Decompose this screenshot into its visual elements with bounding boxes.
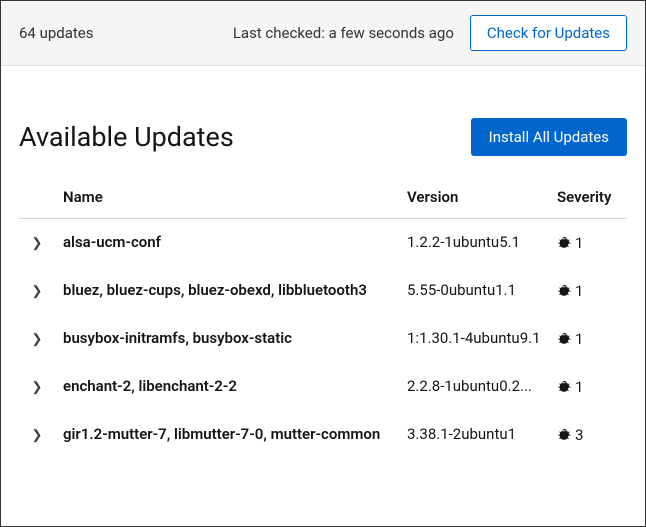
severity-count: 1	[575, 234, 583, 252]
package-name: gir1.2-mutter-7, libmutter-7-0, mutter-c…	[55, 411, 399, 459]
column-header-name: Name	[55, 176, 399, 219]
expand-toggle[interactable]: ❯	[19, 315, 55, 363]
severity-count: 1	[575, 282, 583, 300]
table-row: ❯ enchant-2, libenchant-2-22.2.8-1ubuntu0…	[19, 363, 627, 411]
chevron-right-icon: ❯	[32, 236, 43, 251]
chevron-right-icon: ❯	[32, 284, 43, 299]
table-row: ❯ gir1.2-mutter-7, libmutter-7-0, mutter-…	[19, 411, 627, 459]
bug-icon	[557, 428, 571, 442]
install-all-updates-button[interactable]: Install All Updates	[471, 118, 627, 156]
package-name: bluez, bluez-cups, bluez-obexd, libbluet…	[55, 267, 399, 315]
package-version: 1:1.30.1-4ubuntu9.1	[399, 315, 549, 363]
severity-count: 1	[575, 330, 583, 348]
expand-toggle[interactable]: ❯	[19, 219, 55, 267]
expand-toggle[interactable]: ❯	[19, 411, 55, 459]
package-name: enchant-2, libenchant-2-2	[55, 363, 399, 411]
chevron-right-icon: ❯	[32, 332, 43, 347]
check-for-updates-button[interactable]: Check for Updates	[470, 15, 627, 51]
severity-count: 3	[575, 426, 583, 444]
table-row: ❯ bluez, bluez-cups, bluez-obexd, libblue…	[19, 267, 627, 315]
package-version: 1.2.2-1ubuntu5.1	[399, 219, 549, 267]
updates-table: Name Version Severity ❯ alsa-ucm-conf1.2.…	[19, 176, 627, 459]
chevron-right-icon: ❯	[32, 428, 43, 443]
column-header-expand	[19, 176, 55, 219]
top-bar: 64 updates Last checked: a few seconds a…	[1, 1, 645, 66]
package-version: 2.2.8-1ubuntu0.2...	[399, 363, 549, 411]
expand-toggle[interactable]: ❯	[19, 363, 55, 411]
column-header-severity: Severity	[549, 176, 627, 219]
bug-icon	[557, 284, 571, 298]
bug-icon	[557, 380, 571, 394]
package-severity: 1	[549, 363, 627, 411]
bug-icon	[557, 332, 571, 346]
package-severity: 3	[549, 411, 627, 459]
package-name: alsa-ucm-conf	[55, 219, 399, 267]
expand-toggle[interactable]: ❯	[19, 267, 55, 315]
package-name: busybox-initramfs, busybox-static	[55, 315, 399, 363]
scroll-area[interactable]: 64 updates Last checked: a few seconds a…	[1, 1, 645, 526]
table-row: ❯ busybox-initramfs, busybox-static1:1.30…	[19, 315, 627, 363]
package-severity: 1	[549, 315, 627, 363]
package-severity: 1	[549, 219, 627, 267]
package-version: 3.38.1-2ubuntu1	[399, 411, 549, 459]
table-row: ❯ alsa-ucm-conf1.2.2-1ubuntu5.1 1	[19, 219, 627, 267]
bug-icon	[557, 236, 571, 250]
package-severity: 1	[549, 267, 627, 315]
severity-count: 1	[575, 378, 583, 396]
column-header-version: Version	[399, 176, 549, 219]
update-count: 64 updates	[19, 24, 94, 42]
chevron-right-icon: ❯	[32, 380, 43, 395]
package-version: 5.55-0ubuntu1.1	[399, 267, 549, 315]
page-title: Available Updates	[19, 121, 234, 153]
last-checked-label: Last checked: a few seconds ago	[106, 24, 458, 42]
